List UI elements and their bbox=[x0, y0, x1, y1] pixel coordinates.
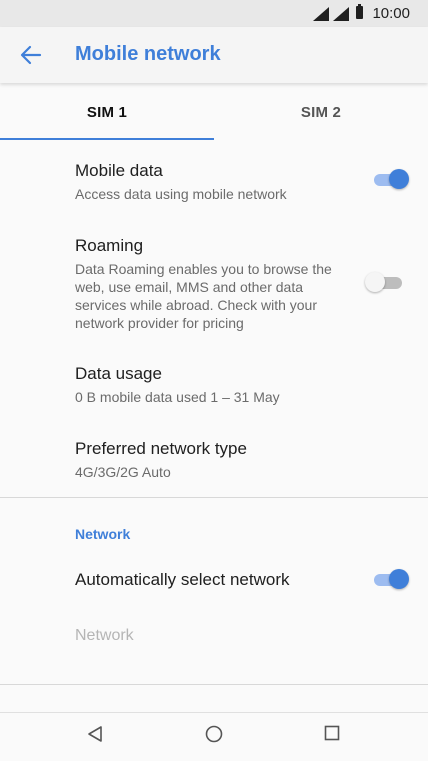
battery-icon bbox=[356, 4, 363, 19]
auto-select-network-toggle[interactable] bbox=[374, 568, 409, 590]
arrow-left-icon[interactable] bbox=[18, 43, 44, 67]
home-circle-icon[interactable] bbox=[205, 725, 223, 743]
network-setting: Network bbox=[75, 627, 408, 645]
signal-icon bbox=[333, 7, 349, 21]
status-time: 10:00 bbox=[372, 5, 410, 22]
network-section-header: Network bbox=[75, 526, 131, 542]
status-bar: 10:00 bbox=[0, 0, 428, 27]
back-triangle-icon[interactable] bbox=[87, 725, 103, 743]
data-usage-setting[interactable]: Data usage 0 B mobile data used 1 – 31 M… bbox=[75, 364, 408, 406]
tab-sim-2[interactable]: SIM 2 bbox=[214, 86, 428, 142]
signal-icon bbox=[313, 7, 329, 21]
mobile-data-toggle[interactable] bbox=[374, 168, 409, 190]
divider bbox=[0, 684, 428, 685]
page-title: Mobile network bbox=[75, 43, 221, 65]
toggle-knob bbox=[389, 169, 409, 189]
data-usage-title: Data usage bbox=[75, 364, 162, 383]
toggle-knob bbox=[365, 272, 385, 292]
preferred-network-summary: 4G/3G/2G Auto bbox=[75, 464, 171, 480]
mobile-data-title: Mobile data bbox=[75, 161, 163, 180]
tab-sim-1[interactable]: SIM 1 bbox=[0, 86, 214, 142]
preferred-network-title: Preferred network type bbox=[75, 439, 247, 458]
auto-select-network-title: Automatically select network bbox=[75, 570, 290, 589]
system-navigation-bar bbox=[0, 712, 428, 761]
data-usage-summary: 0 B mobile data used 1 – 31 May bbox=[75, 389, 280, 405]
roaming-toggle[interactable] bbox=[365, 271, 402, 293]
roaming-setting[interactable]: Roaming Data Roaming enables you to brow… bbox=[75, 236, 334, 332]
roaming-summary: Data Roaming enables you to browse the w… bbox=[75, 261, 332, 331]
preferred-network-setting[interactable]: Preferred network type 4G/3G/2G Auto bbox=[75, 439, 408, 481]
app-bar: Mobile network bbox=[0, 27, 428, 83]
recents-square-icon[interactable] bbox=[324, 725, 340, 741]
divider bbox=[0, 497, 428, 498]
mobile-data-summary: Access data using mobile network bbox=[75, 186, 287, 202]
roaming-title: Roaming bbox=[75, 236, 144, 255]
network-item-title: Network bbox=[75, 627, 134, 644]
toggle-knob bbox=[389, 569, 409, 589]
auto-select-network-setting[interactable]: Automatically select network bbox=[75, 570, 408, 590]
sim-tabs: SIM 1 SIM 2 bbox=[0, 86, 428, 142]
mobile-data-setting[interactable]: Mobile data Access data using mobile net… bbox=[75, 161, 408, 203]
